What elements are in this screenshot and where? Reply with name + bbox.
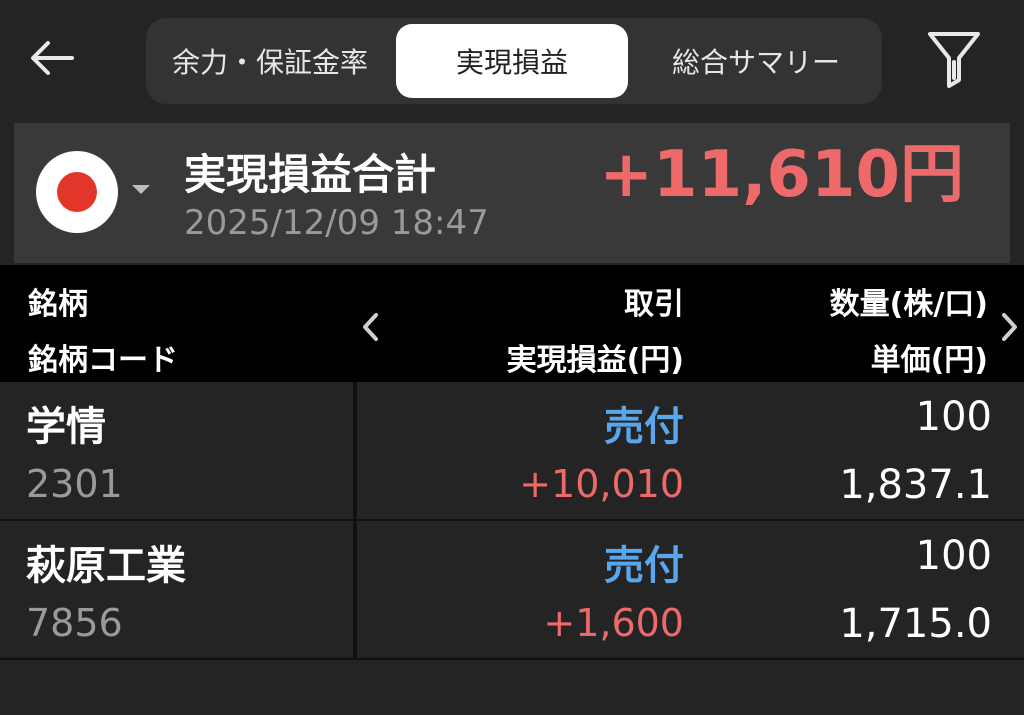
trade-type: 売付 xyxy=(604,543,684,589)
unit-price-value: 1,715.0 xyxy=(839,601,992,647)
stock-code: 2301 xyxy=(26,462,123,506)
dropdown-caret-icon[interactable] xyxy=(132,185,150,194)
realized-pl-screen: 余力・保証金率 実現損益 総合サマリー 実現損益合計 2025/12/09 18… xyxy=(0,0,1024,715)
header-stock-code: 銘柄コード xyxy=(28,343,178,378)
market-selector[interactable] xyxy=(36,151,118,233)
quantity-value: 100 xyxy=(915,533,992,579)
realized-pl-value: +1,600 xyxy=(543,601,684,645)
table-header: 銘柄 銘柄コード 取引 実現損益(円) 数量(株/口) 単価(円) xyxy=(0,265,1024,382)
next-columns-button[interactable] xyxy=(994,307,1024,347)
chevron-right-icon xyxy=(1002,313,1017,341)
row-divider xyxy=(0,658,1024,660)
tab-realized-pl[interactable]: 実現損益 xyxy=(396,24,628,98)
chevron-left-icon xyxy=(363,313,378,341)
column-divider xyxy=(353,521,357,659)
realized-pl-summary-card: 実現損益合計 2025/12/09 18:47 +11,610円 xyxy=(14,123,1010,263)
tab-summary[interactable]: 総合サマリー xyxy=(638,24,874,98)
header-trade: 取引 xyxy=(624,287,684,322)
filter-button[interactable] xyxy=(920,24,988,92)
japan-flag-icon xyxy=(57,172,97,212)
column-divider xyxy=(353,382,357,520)
summary-title: 実現損益合計 xyxy=(184,150,437,199)
header-realized-pl: 実現損益(円) xyxy=(506,343,684,378)
header-unit-price: 単価(円) xyxy=(870,343,988,378)
table-row[interactable]: 学情 2301 売付 +10,010 100 1,837.1 xyxy=(0,382,1024,520)
header-stock-name: 銘柄 xyxy=(28,287,88,322)
stock-name: 萩原工業 xyxy=(26,543,186,589)
tab-margin-rate[interactable]: 余力・保証金率 xyxy=(152,24,388,98)
stock-code: 7856 xyxy=(26,601,123,645)
trade-type: 売付 xyxy=(604,404,684,450)
arrow-left-icon xyxy=(31,41,74,75)
summary-total-value: +11,610円 xyxy=(599,138,964,212)
table-row[interactable]: 萩原工業 7856 売付 +1,600 100 1,715.0 xyxy=(0,521,1024,659)
summary-datetime: 2025/12/09 18:47 xyxy=(184,203,489,243)
realized-pl-value: +10,010 xyxy=(519,462,684,506)
back-button[interactable] xyxy=(22,28,82,88)
filter-icon xyxy=(928,32,980,88)
stock-name: 学情 xyxy=(26,404,106,450)
prev-columns-button[interactable] xyxy=(354,307,386,347)
segmented-tab-bar: 余力・保証金率 実現損益 総合サマリー xyxy=(146,18,882,104)
header-quantity: 数量(株/口) xyxy=(829,287,988,322)
unit-price-value: 1,837.1 xyxy=(839,462,992,508)
quantity-value: 100 xyxy=(915,394,992,440)
